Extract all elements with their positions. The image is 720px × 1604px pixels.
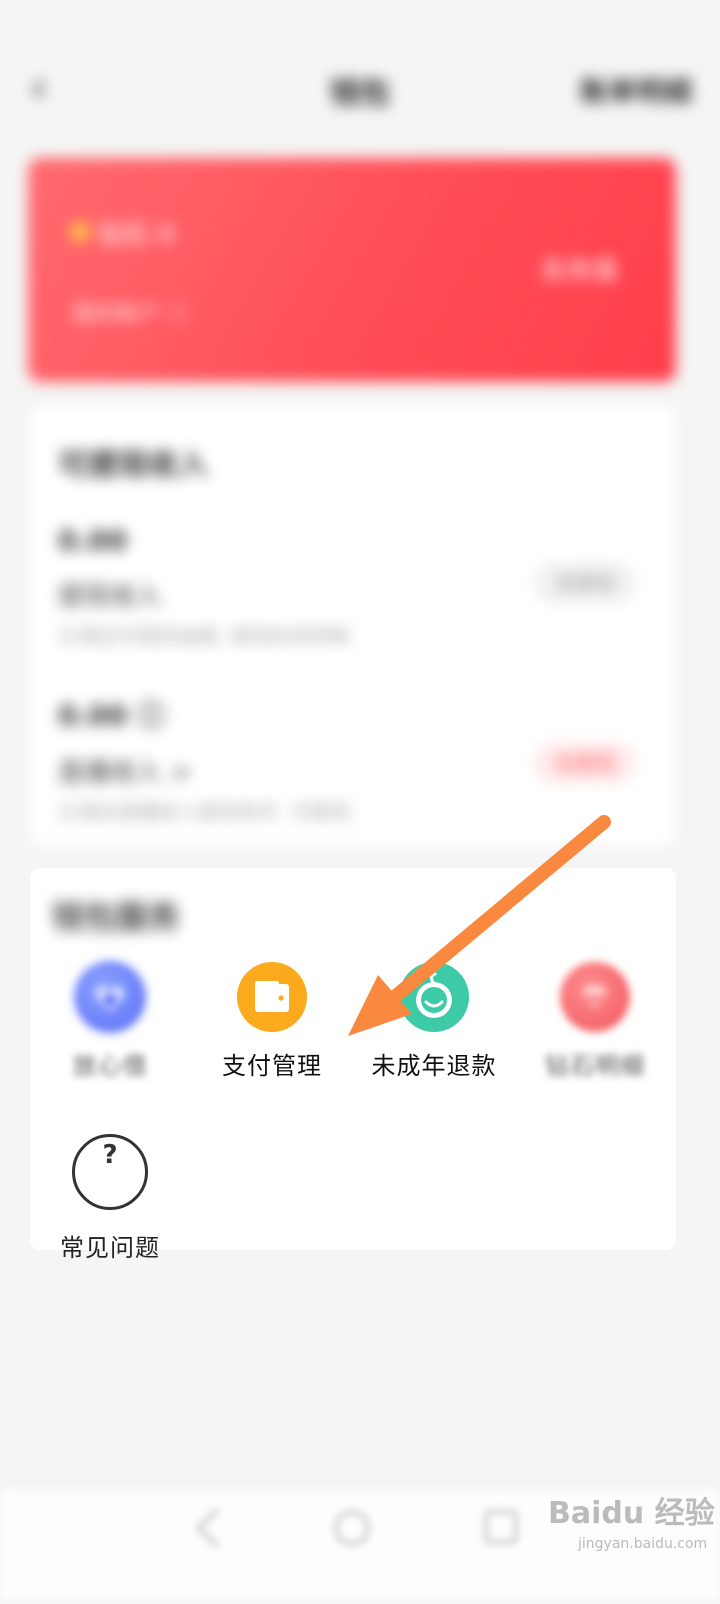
income-amount: 0.00 [58, 524, 128, 557]
service-faq[interactable]: ? 常见问题 [25, 1134, 195, 1263]
baidu-watermark: Baidu 经验 [548, 1496, 715, 1531]
service-label: 未成年退款 [371, 1052, 497, 1080]
live-income-desc: 已满足直播收入提现条件, 可提现 [58, 800, 351, 824]
service-fangxinjie[interactable]: 放心借 [25, 962, 195, 1081]
diamond-coin-icon [70, 222, 90, 242]
service-label: 钻石明细 [545, 1052, 645, 1080]
live-income-sub[interactable]: 直播收入 > [58, 752, 192, 789]
baidu-watermark-url: jingyan.baidu.com [578, 1536, 708, 1552]
withdraw-button[interactable]: 去提现 [534, 562, 636, 604]
service-label: 常见问题 [60, 1234, 160, 1262]
diamond-balance: 钻石 0 [98, 220, 175, 250]
heart-shield-icon [75, 962, 145, 1032]
diamond-icon [560, 962, 630, 1032]
question-circle-icon: ? [72, 1134, 148, 1210]
services-title: 钱包服务 [52, 898, 181, 936]
nav-back-icon [195, 1508, 220, 1548]
live-income-amount: 0.00 ⓘ [58, 699, 165, 732]
nav-home-icon [334, 1510, 370, 1546]
top-bar: ‹ 钱包 账单明细 [0, 0, 720, 150]
baby-face-icon [399, 962, 469, 1032]
my-account-label: 我的账户 ⓘ [72, 302, 189, 327]
service-diamond-detail[interactable]: 钻石明细 [510, 962, 680, 1081]
nav-recents-icon [484, 1510, 518, 1544]
service-label: 支付管理 [222, 1052, 322, 1080]
recharge-button[interactable]: 去充值 [540, 250, 618, 287]
service-label: 放心借 [72, 1052, 148, 1080]
service-minor-refund[interactable]: 未成年退款 [349, 962, 519, 1081]
live-withdraw-button[interactable]: 去提现 [534, 742, 636, 784]
wallet-icon [237, 962, 307, 1032]
service-payment-management[interactable]: 支付管理 [187, 962, 357, 1081]
bill-detail-link[interactable]: 账单明细 [580, 70, 692, 110]
income-heading: 可提现收入 [58, 448, 208, 483]
income-sub: 提现收入 [58, 582, 163, 612]
income-desc: 已满足可提现金额, 提现后将到账 [58, 624, 351, 648]
